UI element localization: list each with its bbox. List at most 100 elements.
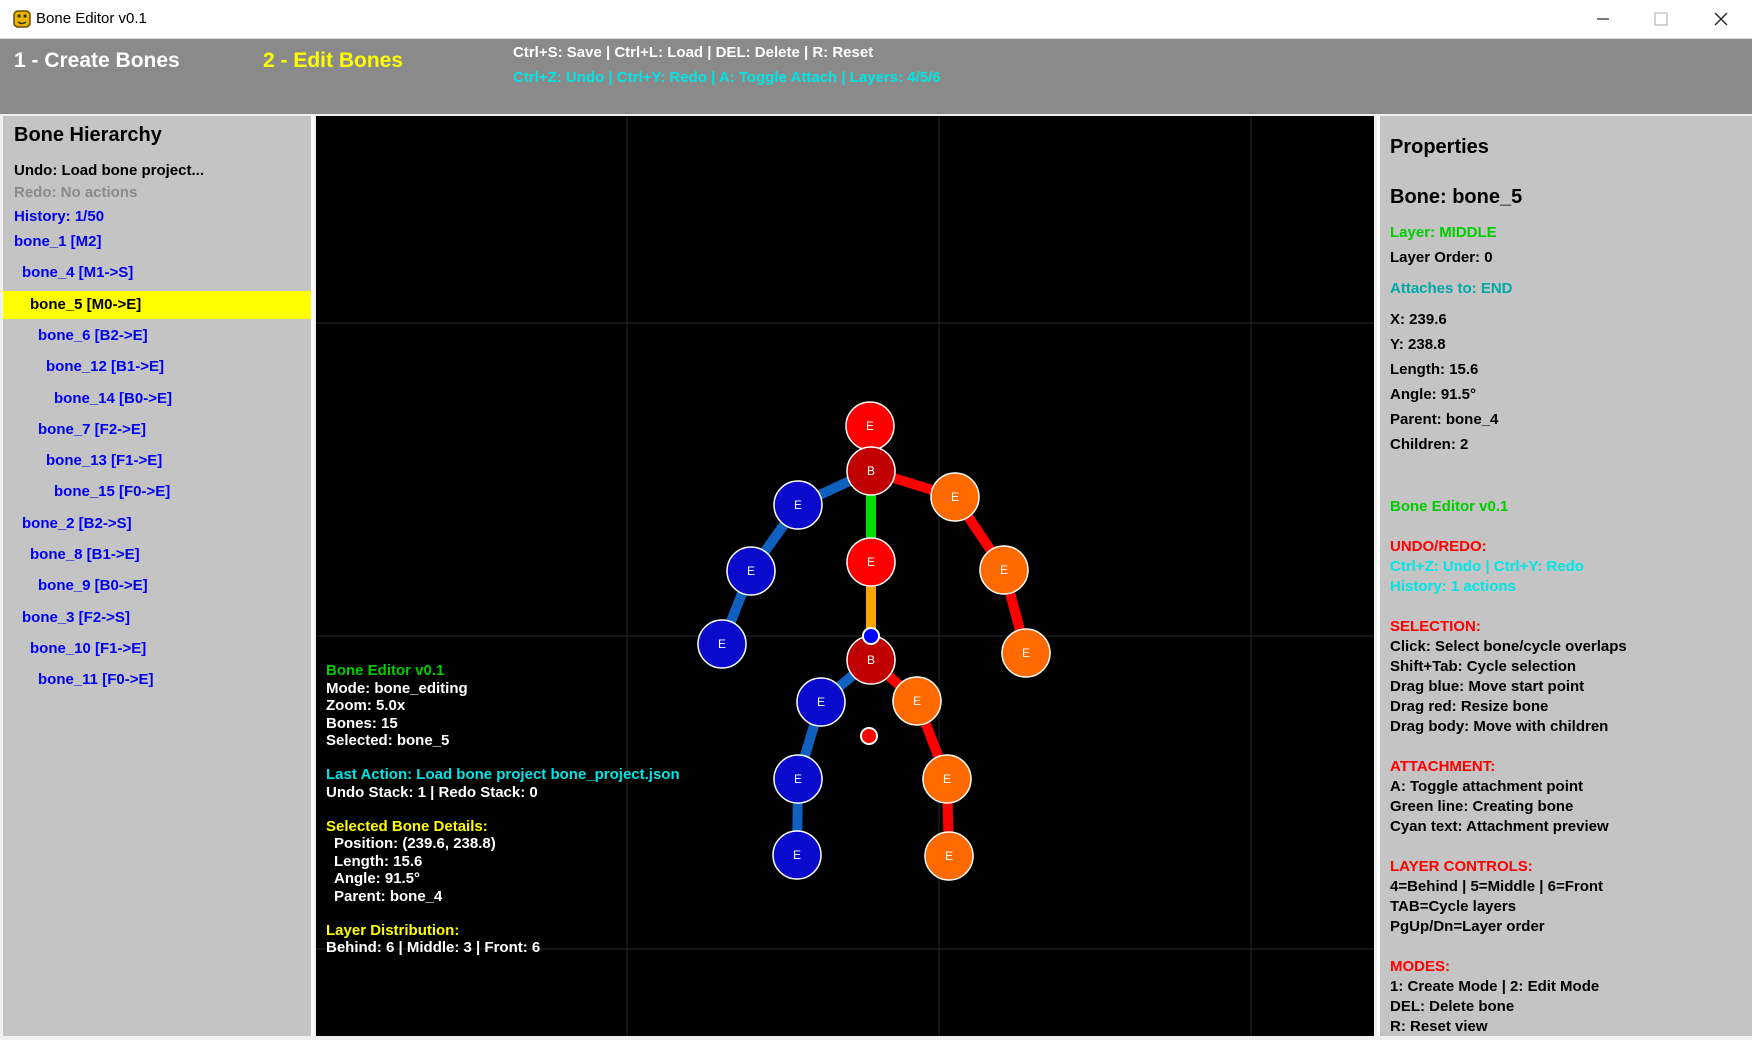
bone-tree-item[interactable]: bone_12 [B1->E] (46, 353, 164, 381)
selected-end-handle[interactable] (860, 727, 878, 745)
editor-canvas[interactable]: E B E E E E E E E B E E E E E E Bone Editor v0.1 Mode: … (316, 116, 1374, 1036)
help-line: Drag body: Move with children (1390, 718, 1609, 735)
create-bones-mode-button[interactable]: 1 - Create Bones (14, 49, 180, 73)
bone-tree-item[interactable]: bone_14 [B0->E] (54, 385, 172, 413)
joint-label: E (718, 637, 726, 651)
joint-label: E (913, 694, 921, 708)
minimize-icon (1597, 18, 1609, 20)
help-line: Cyan text: Attachment preview (1390, 818, 1609, 835)
joint-label: E (1000, 563, 1008, 577)
properties-y: Y: 238.8 (1390, 336, 1446, 353)
overlay-mode: Mode: bone_editing (326, 680, 468, 697)
bone-tree-item[interactable]: bone_4 [M1->S] (22, 259, 133, 287)
help-undo-keys: Ctrl+Z: Undo | Ctrl+Y: Redo (1390, 558, 1584, 575)
help-line: Shift+Tab: Cycle selection (1390, 658, 1577, 675)
properties-parent: Parent: bone_4 (1390, 411, 1499, 428)
joint-label: B (867, 653, 875, 667)
overlay-angle: Angle: 91.5° (334, 870, 421, 887)
maximize-button[interactable] (1632, 0, 1690, 38)
right-foot-joint[interactable]: E (924, 831, 974, 881)
left-ankle-joint[interactable]: E (773, 754, 823, 804)
properties-title: Properties (1390, 136, 1489, 158)
joint-label: E (951, 490, 959, 504)
spine-end-joint[interactable]: E (846, 537, 896, 587)
properties-layer-order: Layer Order: 0 (1390, 249, 1493, 266)
left-foot-joint[interactable]: E (772, 830, 822, 880)
bone-tree-item[interactable]: bone_6 [B2->E] (38, 322, 148, 350)
right-wrist-joint[interactable]: E (979, 545, 1029, 595)
left-hand-joint[interactable]: E (697, 619, 747, 669)
right-knee-joint[interactable]: E (892, 676, 942, 726)
overlay-layer-title: Layer Distribution: (326, 922, 460, 939)
left-knee-joint[interactable]: E (796, 677, 846, 727)
title-bar: Bone Editor v0.1 (0, 0, 1752, 39)
joint-label: B (867, 464, 875, 478)
head-end-joint[interactable]: E (845, 401, 895, 451)
overlay-layer-counts: Behind: 6 | Middle: 3 | Front: 6 (326, 939, 541, 956)
joint-label: E (1022, 646, 1030, 660)
help-line: Drag blue: Move start point (1390, 678, 1585, 695)
joint-label: E (747, 564, 755, 578)
properties-attaches: Attaches to: END (1390, 280, 1513, 297)
bone-tree-item[interactable]: bone_3 [F2->S] (22, 604, 130, 632)
bone-tree-item[interactable]: bone_8 [B1->E] (30, 541, 140, 569)
minimize-button[interactable] (1574, 0, 1632, 38)
properties-angle: Angle: 91.5° (1390, 386, 1477, 403)
bone-tree-item[interactable]: bone_2 [B2->S] (22, 510, 132, 538)
help-modes-title: MODES: (1390, 958, 1450, 975)
edit-bones-mode-button[interactable]: 2 - Edit Bones (263, 49, 403, 73)
overlay-zoom: Zoom: 5.0x (326, 697, 406, 714)
upper-begin-joint[interactable]: B (846, 446, 896, 496)
overlay-details-title: Selected Bone Details: (326, 818, 488, 835)
grid (316, 116, 1374, 1036)
help-line: A: Toggle attachment point (1390, 778, 1584, 795)
help-selection-title: SELECTION: (1390, 618, 1481, 635)
properties-layer: Layer: MIDDLE (1390, 224, 1497, 241)
properties-bone-name: Bone: bone_5 (1390, 186, 1523, 208)
bone-tree-item[interactable]: bone_13 [F1->E] (46, 447, 162, 475)
properties-panel: Properties Bone: bone_5 Layer: MIDDLE La… (1377, 116, 1752, 1036)
help-line: PgUp/Dn=Layer order (1390, 918, 1545, 935)
right-hand-joint[interactable]: E (1001, 628, 1051, 678)
overlay-length: Length: 15.6 (334, 853, 423, 870)
help-layer-title: LAYER CONTROLS: (1390, 858, 1533, 875)
help-attachment-title: ATTACHMENT: (1390, 758, 1496, 775)
overlay-position: Position: (239.6, 238.8) (334, 835, 496, 852)
help-undo-title: UNDO/REDO: (1390, 538, 1487, 555)
selected-start-handle[interactable] (862, 627, 880, 645)
shortcut-hint-line2: Ctrl+Z: Undo | Ctrl+Y: Redo | A: Toggle … (513, 69, 941, 86)
skeleton-view[interactable]: E B E E E E E E E B E E E E E E (316, 116, 1374, 1036)
help-line: 1: Create Mode | 2: Edit Mode (1390, 978, 1600, 995)
bone-tree-item[interactable]: bone_5 [M0->E] (3, 290, 311, 319)
bone-tree-item[interactable]: bone_9 [B0->E] (38, 572, 148, 600)
overlay-bone-count: Bones: 15 (326, 715, 398, 732)
help-line: TAB=Cycle layers (1390, 898, 1517, 915)
bone-tree-item[interactable]: bone_7 [F2->E] (38, 416, 146, 444)
python-app-icon (13, 10, 31, 28)
bone-tree-item[interactable]: bone_15 [F0->E] (54, 478, 170, 506)
left-wrist-joint[interactable]: E (726, 546, 776, 596)
mode-toolbar: 1 - Create Bones 2 - Edit Bones Ctrl+S: … (0, 39, 1752, 114)
right-ankle-joint[interactable]: E (922, 754, 972, 804)
bone-tree-item[interactable]: bone_11 [F0->E] (38, 666, 153, 694)
bone-tree-item[interactable]: bone_10 [F1->E] (30, 635, 146, 663)
joint-label: E (794, 772, 802, 786)
bone-hierarchy-panel: Bone Hierarchy Undo: Load bone project..… (3, 116, 314, 1036)
window-title: Bone Editor v0.1 (36, 10, 147, 27)
bone-tree-item[interactable]: bone_1 [M2] (14, 228, 102, 256)
history-status: History: 1/50 (14, 208, 105, 225)
close-icon (1714, 12, 1728, 26)
overlay-app-title: Bone Editor v0.1 (326, 662, 445, 679)
left-elbow-joint[interactable]: E (773, 480, 823, 530)
joint-label: E (793, 848, 801, 862)
maximize-icon (1654, 12, 1668, 26)
redo-status: Redo: No actions (14, 184, 138, 201)
close-button[interactable] (1692, 0, 1750, 38)
help-line: Click: Select bone/cycle overlaps (1390, 638, 1627, 655)
joint-label: E (817, 695, 825, 709)
right-elbow-joint[interactable]: E (930, 472, 980, 522)
undo-status: Undo: Load bone project... (14, 162, 204, 179)
properties-length: Length: 15.6 (1390, 361, 1479, 378)
help-line: 4=Behind | 5=Middle | 6=Front (1390, 878, 1604, 895)
shortcut-hint-line1: Ctrl+S: Save | Ctrl+L: Load | DEL: Delet… (513, 44, 874, 61)
